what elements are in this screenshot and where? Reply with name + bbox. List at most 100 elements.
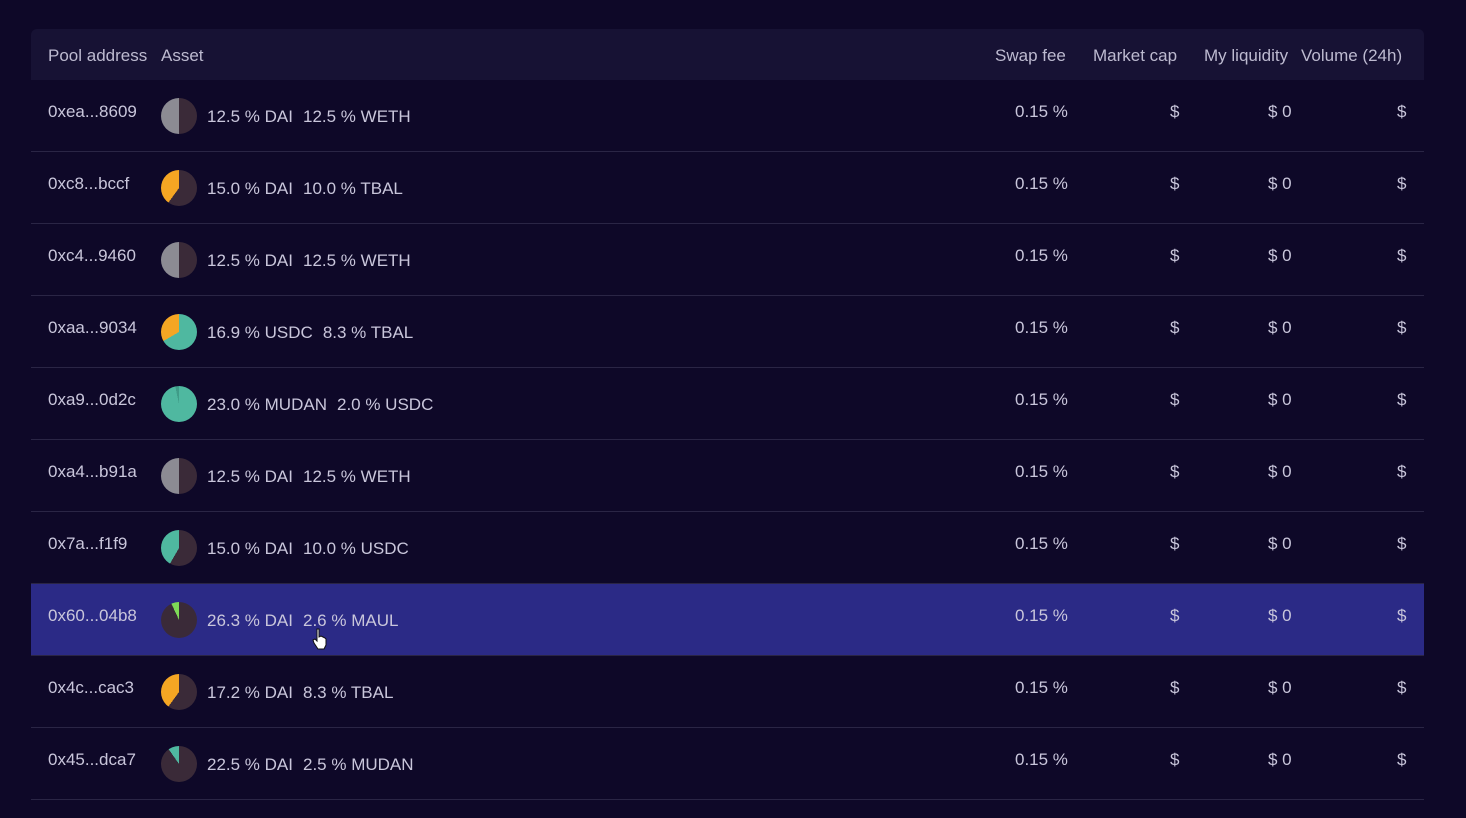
mouse-pointer-icon (312, 628, 327, 650)
asset-token-1: 15.0 % DAI (207, 179, 293, 198)
table-row[interactable]: 0x4c...cac3 17.2 % DAI 8.3 % TBAL 0.15 % … (31, 656, 1424, 728)
asset-token-1: 12.5 % DAI (207, 467, 293, 486)
volume-24h: $ (1397, 678, 1407, 697)
table-body: 0xea...8609 12.5 % DAI 12.5 % WETH 0.15 %… (31, 80, 1424, 800)
col-asset[interactable]: Asset (161, 46, 204, 66)
asset-token-1: 15.0 % DAI (207, 539, 293, 558)
asset-composition: 12.5 % DAI 12.5 % WETH (207, 467, 411, 487)
pie-chart-icon (161, 674, 197, 710)
pool-address: 0xa9...0d2c (48, 390, 136, 409)
swap-fee: 0.15 % (1015, 102, 1068, 121)
pie-chart-icon (161, 98, 197, 134)
asset-token-2: 10.0 % TBAL (303, 179, 403, 198)
market-cap: $ (1170, 390, 1180, 409)
pools-table: Pool address Asset Swap fee Market cap M… (31, 29, 1424, 800)
my-liquidity: $ 0 (1268, 318, 1292, 337)
swap-fee: 0.15 % (1015, 534, 1068, 553)
volume-24h: $ (1397, 606, 1407, 625)
market-cap: $ (1170, 174, 1180, 193)
swap-fee: 0.15 % (1015, 174, 1068, 193)
asset-token-1: 26.3 % DAI (207, 611, 293, 630)
swap-fee: 0.15 % (1015, 678, 1068, 697)
table-row[interactable]: 0xc4...9460 12.5 % DAI 12.5 % WETH 0.15 %… (31, 224, 1424, 296)
my-liquidity: $ 0 (1268, 750, 1292, 769)
col-my-liquidity[interactable]: My liquidity (1204, 46, 1288, 66)
swap-fee: 0.15 % (1015, 750, 1068, 769)
pie-chart-icon (161, 458, 197, 494)
market-cap: $ (1170, 318, 1180, 337)
pool-address: 0x45...dca7 (48, 750, 136, 769)
pool-address: 0x4c...cac3 (48, 678, 134, 697)
my-liquidity: $ 0 (1268, 678, 1292, 697)
pie-chart-icon (161, 314, 197, 350)
pie-chart-icon (161, 242, 197, 278)
asset-token-2: 12.5 % WETH (303, 107, 411, 126)
table-row[interactable]: 0xea...8609 12.5 % DAI 12.5 % WETH 0.15 %… (31, 80, 1424, 152)
table-row[interactable]: 0x45...dca7 22.5 % DAI 2.5 % MUDAN 0.15 %… (31, 728, 1424, 800)
volume-24h: $ (1397, 102, 1407, 121)
my-liquidity: $ 0 (1268, 462, 1292, 481)
asset-token-2: 2.0 % USDC (336, 395, 434, 414)
asset-token-2: 10.0 % USDC (303, 539, 409, 558)
market-cap: $ (1170, 246, 1180, 265)
asset-token-2: 12.5 % WETH (303, 251, 411, 270)
asset-composition: 22.5 % DAI 2.5 % MUDAN (207, 755, 414, 775)
market-cap: $ (1170, 462, 1180, 481)
pool-address: 0x7a...f1f9 (48, 534, 128, 553)
pool-address: 0xc8...bccf (48, 174, 130, 193)
swap-fee: 0.15 % (1015, 246, 1068, 265)
pool-address: 0xa4...b91a (48, 462, 137, 481)
asset-composition: 23.0 % MUDAN 2.0 % USDC (207, 395, 433, 415)
my-liquidity: $ 0 (1268, 534, 1292, 553)
swap-fee: 0.15 % (1015, 462, 1068, 481)
my-liquidity: $ 0 (1268, 606, 1292, 625)
asset-token-1: 16.9 % USDC (207, 323, 313, 342)
pie-chart-icon (161, 530, 197, 566)
pool-address: 0xea...8609 (48, 102, 137, 121)
market-cap: $ (1170, 102, 1180, 121)
col-swap-fee[interactable]: Swap fee (995, 46, 1066, 66)
asset-token-2: 8.3 % TBAL (303, 683, 394, 702)
pie-chart-icon (161, 602, 197, 638)
asset-token-1: 23.0 % MUDAN (207, 395, 327, 414)
my-liquidity: $ 0 (1268, 246, 1292, 265)
asset-token-2: 2.5 % MUDAN (303, 755, 414, 774)
asset-composition: 15.0 % DAI 10.0 % TBAL (207, 179, 403, 199)
asset-composition: 26.3 % DAI 2.6 % MAUL (207, 611, 398, 631)
table-row[interactable]: 0x60...04b8 26.3 % DAI 2.6 % MAUL 0.15 % … (31, 584, 1424, 656)
col-market-cap[interactable]: Market cap (1093, 46, 1177, 66)
asset-composition: 12.5 % DAI 12.5 % WETH (207, 107, 411, 127)
my-liquidity: $ 0 (1268, 102, 1292, 121)
pool-address: 0xaa...9034 (48, 318, 137, 337)
volume-24h: $ (1397, 534, 1407, 553)
pie-chart-icon (161, 746, 197, 782)
volume-24h: $ (1397, 174, 1407, 193)
asset-composition: 17.2 % DAI 8.3 % TBAL (207, 683, 393, 703)
market-cap: $ (1170, 606, 1180, 625)
pool-address: 0x60...04b8 (48, 606, 137, 625)
swap-fee: 0.15 % (1015, 606, 1068, 625)
col-pool-address[interactable]: Pool address (48, 46, 147, 66)
volume-24h: $ (1397, 750, 1407, 769)
market-cap: $ (1170, 678, 1180, 697)
volume-24h: $ (1397, 318, 1407, 337)
asset-composition: 15.0 % DAI 10.0 % USDC (207, 539, 409, 559)
asset-token-1: 12.5 % DAI (207, 251, 293, 270)
asset-composition: 12.5 % DAI 12.5 % WETH (207, 251, 411, 271)
asset-token-2: 8.3 % TBAL (322, 323, 414, 342)
asset-token-2: 12.5 % WETH (303, 467, 411, 486)
col-volume[interactable]: Volume (24h) (1301, 46, 1402, 66)
asset-token-1: 12.5 % DAI (207, 107, 293, 126)
asset-token-1: 22.5 % DAI (207, 755, 293, 774)
table-row[interactable]: 0xa9...0d2c 23.0 % MUDAN 2.0 % USDC 0.15 … (31, 368, 1424, 440)
pool-address: 0xc4...9460 (48, 246, 136, 265)
table-header: Pool address Asset Swap fee Market cap M… (31, 29, 1424, 80)
table-row[interactable]: 0xaa...9034 16.9 % USDC 8.3 % TBAL 0.15 %… (31, 296, 1424, 368)
table-row[interactable]: 0xc8...bccf 15.0 % DAI 10.0 % TBAL 0.15 %… (31, 152, 1424, 224)
volume-24h: $ (1397, 390, 1407, 409)
market-cap: $ (1170, 534, 1180, 553)
pie-chart-icon (161, 386, 197, 422)
swap-fee: 0.15 % (1015, 390, 1068, 409)
table-row[interactable]: 0xa4...b91a 12.5 % DAI 12.5 % WETH 0.15 %… (31, 440, 1424, 512)
table-row[interactable]: 0x7a...f1f9 15.0 % DAI 10.0 % USDC 0.15 %… (31, 512, 1424, 584)
